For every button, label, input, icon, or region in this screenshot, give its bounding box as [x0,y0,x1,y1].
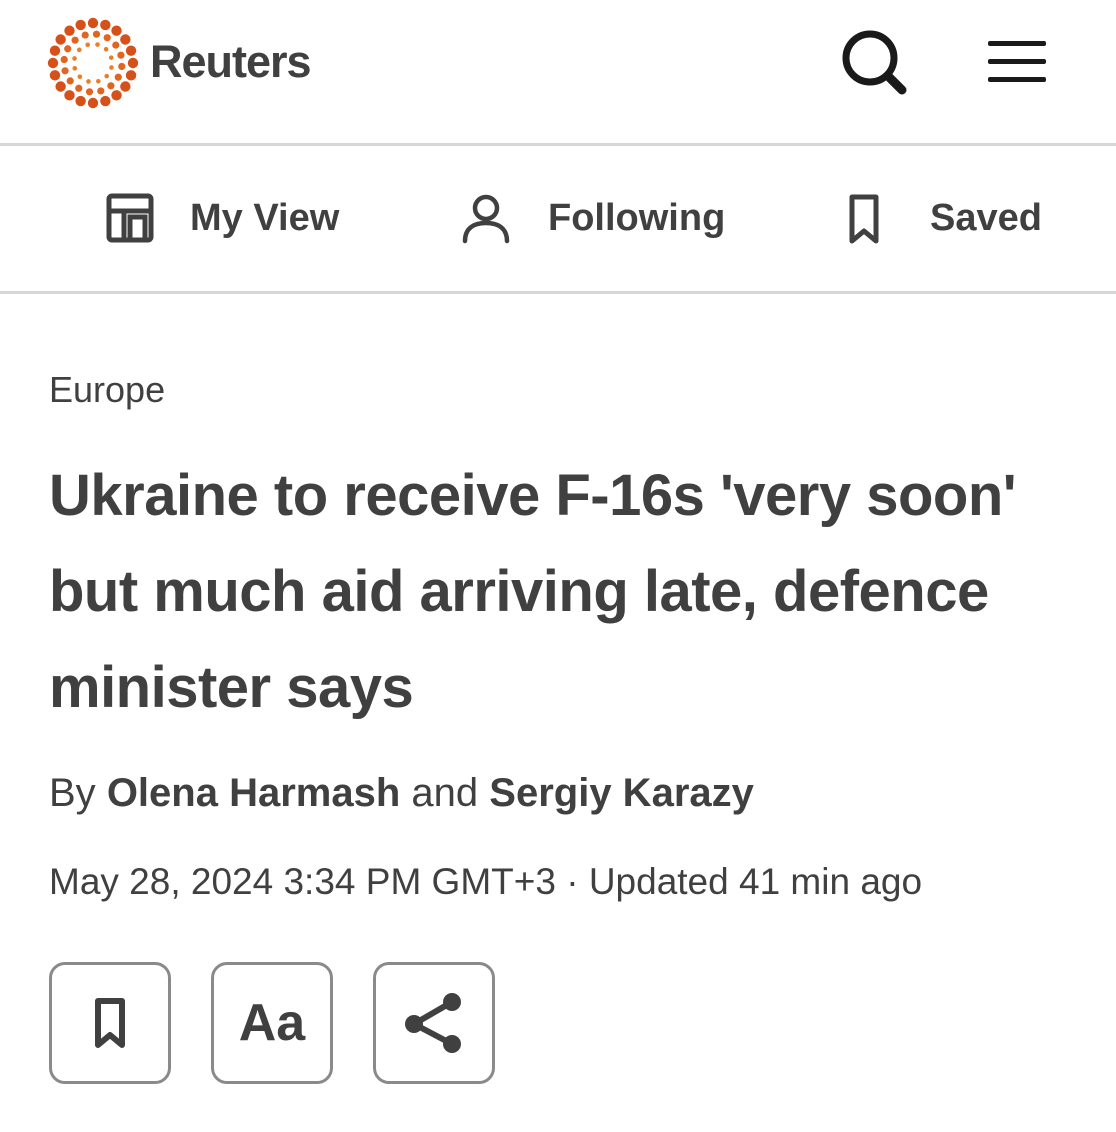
nav-item-my-view[interactable]: My View [104,146,339,291]
byline-conjunction: and [411,771,479,815]
reuters-logo[interactable] [46,16,140,110]
nav-item-label: Saved [930,197,1042,239]
bookmark-icon [95,998,125,1048]
author-link[interactable]: Olena Harmash [107,771,400,815]
nav-item-saved[interactable]: Saved [844,146,1042,291]
menu-button[interactable] [984,34,1050,90]
bookmark-icon [844,191,884,247]
text-size-label: Aa [238,994,306,1052]
article-headline: Ukraine to receive F-16s 'very soon' but… [49,463,1017,720]
author-link[interactable]: Sergiy Karazy [489,771,754,815]
reuters-logo-icon [47,17,139,109]
dateline: May 28, 2024 3:34 PM GMT+3 · Updated 41 … [49,861,923,902]
save-article-button[interactable] [49,962,171,1084]
layout-icon [104,191,156,247]
search-icon [842,30,907,95]
byline-prefix: By [49,771,96,815]
byline: By Olena Harmash and Sergiy Karazy [49,767,754,819]
top-header: Reuters [0,0,1116,146]
nav-item-following[interactable]: Following [460,146,725,291]
share-button[interactable] [373,962,495,1084]
search-button[interactable] [836,26,914,100]
text-size-button[interactable]: Aa [211,962,333,1084]
share-icon [405,993,461,1053]
secondary-nav: My View Following Saved [0,146,1116,294]
nav-item-label: Following [548,197,726,239]
brand-name[interactable]: Reuters [150,34,312,90]
hamburger-menu-icon [988,41,1046,82]
person-icon [460,191,512,247]
section-link[interactable]: Europe [49,368,165,412]
nav-item-label: My View [190,197,340,239]
